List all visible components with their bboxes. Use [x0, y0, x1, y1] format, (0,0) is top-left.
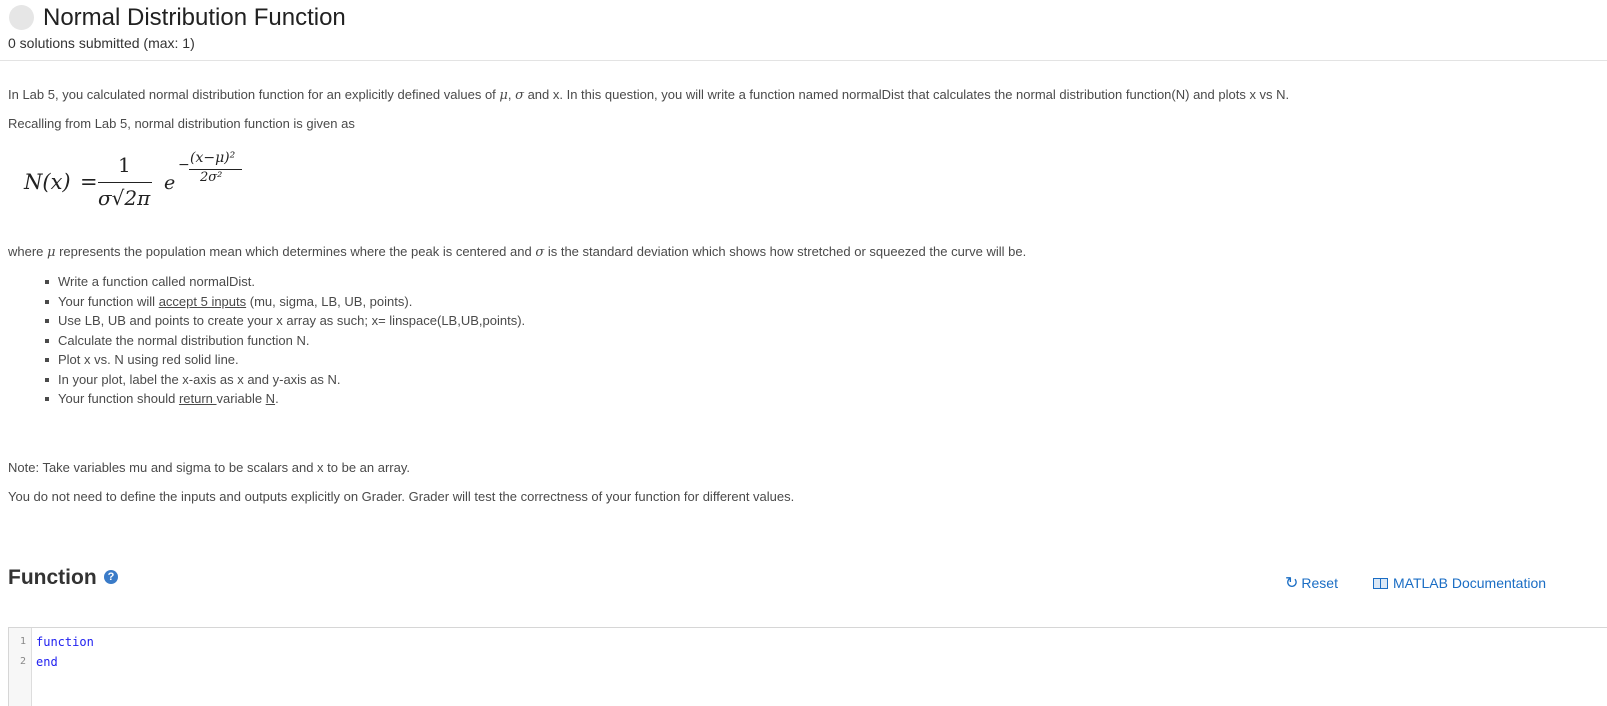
matlab-documentation-link[interactable]: MATLAB Documentation [1373, 574, 1546, 592]
intro-paragraph: In Lab 5, you calculated normal distribu… [8, 87, 1290, 103]
list-item: Calculate the normal distribution functi… [44, 332, 525, 352]
list-item: In your plot, label the x-axis as x and … [44, 371, 525, 391]
list-item: Your function should return variable N. [44, 390, 525, 410]
submission-count: 0 solutions submitted (max: 1) [8, 35, 195, 51]
note-paragraph: Note: Take variables mu and sigma to be … [8, 460, 411, 475]
formula-exponent-denominator: 2σ² [200, 170, 223, 185]
book-icon [1373, 578, 1388, 589]
formula-exponent-numerator: (x−μ)² [190, 150, 236, 166]
formula-numerator: 1 [118, 153, 131, 177]
formula-lhs: N(x) [24, 170, 71, 194]
requirements-list: Write a function called normalDist. Your… [40, 273, 525, 410]
grader-paragraph: You do not need to define the inputs and… [8, 489, 795, 504]
formula-denominator: σ√2π [98, 186, 151, 210]
line-number: 1 [19, 636, 26, 647]
mu-symbol: μ [499, 88, 508, 103]
code-line[interactable]: end [36, 654, 58, 670]
list-item: Plot x vs. N using red solid line. [44, 351, 525, 371]
code-line[interactable]: function [36, 634, 94, 650]
problem-header: Normal Distribution Function 0 solutions… [0, 0, 1607, 61]
line-number-gutter: 1 2 [9, 628, 32, 706]
function-section-title: Function [8, 566, 97, 589]
formula-equals: = [80, 170, 98, 194]
sigma-symbol: σ [515, 88, 524, 103]
formula-exponent-minus: − [178, 157, 190, 173]
formula-fraction-bar [98, 182, 152, 183]
sigma-symbol: σ [535, 245, 545, 260]
help-icon[interactable]: ? [104, 570, 118, 584]
recall-paragraph: Recalling from Lab 5, normal distributio… [8, 116, 355, 131]
line-number: 2 [19, 656, 26, 667]
list-item: Use LB, UB and points to create your x a… [44, 312, 525, 332]
list-item: Your function will accept 5 inputs (mu, … [44, 293, 525, 313]
page-title: Normal Distribution Function [43, 4, 346, 31]
reset-button[interactable]: ↻ Reset [1285, 574, 1338, 593]
status-circle-icon [9, 5, 34, 30]
list-item: Write a function called normalDist. [44, 273, 525, 293]
formula-exponential-base: e [164, 172, 176, 194]
normal-distribution-formula: N(x) = 1 σ√2π e − (x−μ)² 2σ² [24, 150, 264, 220]
where-paragraph: where μ represents the population mean w… [8, 244, 1027, 260]
reset-icon: ↻ [1285, 575, 1299, 592]
code-editor[interactable]: 1 2 function end [8, 627, 1607, 706]
